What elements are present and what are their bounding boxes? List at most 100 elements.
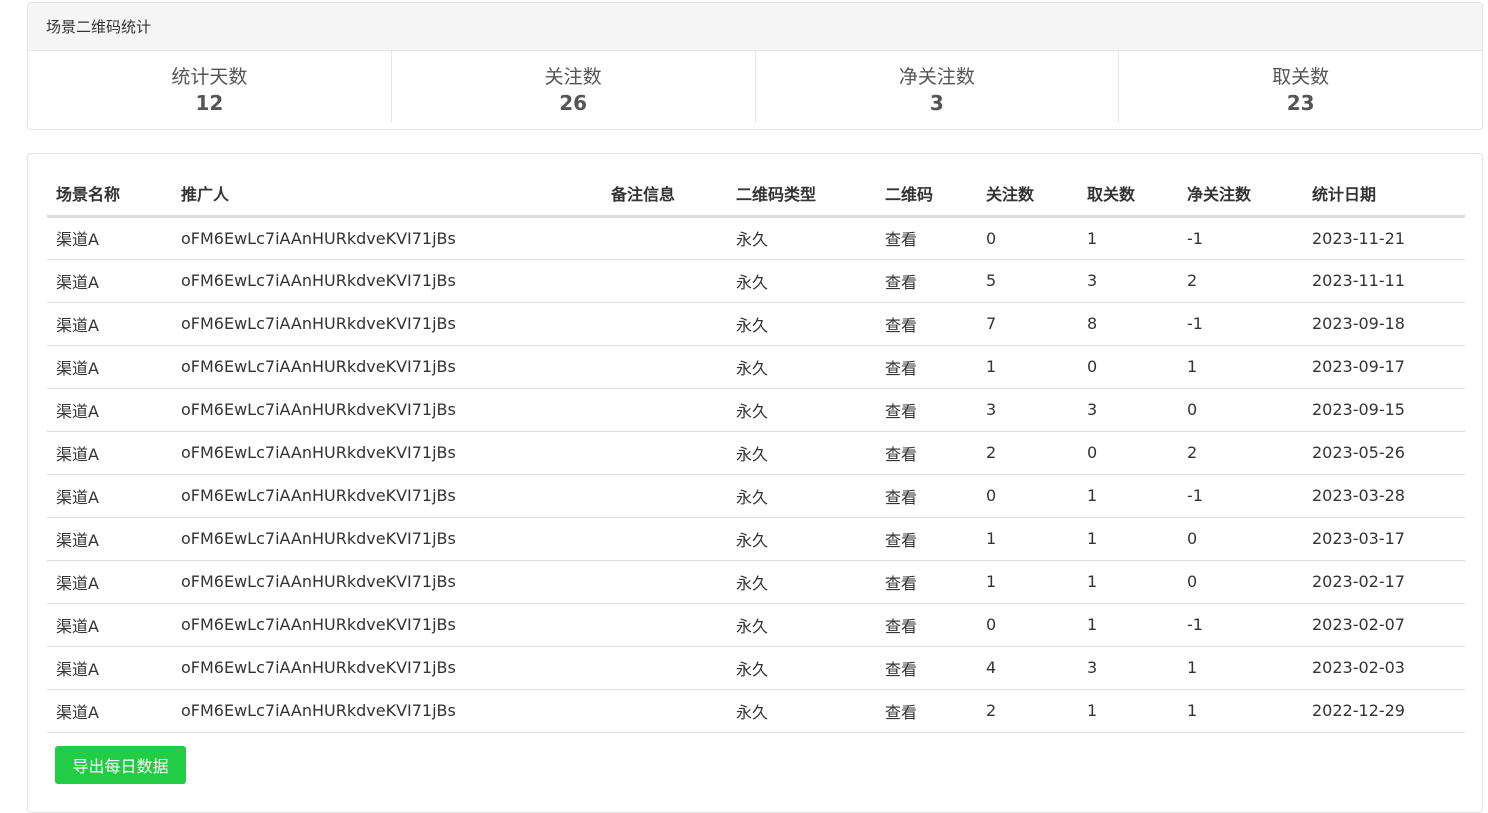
cell-qrcode-view-link[interactable]: 查看 — [876, 259, 977, 303]
cell-follows: 1 — [977, 345, 1078, 389]
cell-qrcode-type: 永久 — [727, 302, 876, 346]
cell-date: 2023-03-28 — [1303, 474, 1465, 518]
stats-row: 统计天数 12 关注数 26 净关注数 3 取关数 23 — [28, 51, 1482, 123]
cell-unfollows: 0 — [1078, 345, 1178, 389]
cell-qrcode-view-link[interactable]: 查看 — [876, 345, 977, 389]
cell-scene-name: 渠道A — [47, 302, 172, 346]
cell-promoter: oFM6EwLc7iAAnHURkdveKVI71jBs — [172, 517, 602, 561]
export-daily-data-button[interactable]: 导出每日数据 — [55, 746, 186, 784]
cell-qrcode-view-link[interactable]: 查看 — [876, 689, 977, 733]
stat-follows: 关注数 26 — [392, 51, 756, 123]
cell-net-follows: -1 — [1178, 302, 1303, 346]
cell-follows: 1 — [977, 517, 1078, 561]
cell-scene-name: 渠道A — [47, 431, 172, 475]
table-row: 渠道A oFM6EwLc7iAAnHURkdveKVI71jBs 永久 查看 1 0 1 20… — [47, 345, 1465, 389]
cell-qrcode-type: 永久 — [727, 431, 876, 475]
cell-qrcode-type: 永久 — [727, 560, 876, 604]
cell-date: 2023-02-03 — [1303, 646, 1465, 690]
cell-qrcode-type: 永久 — [727, 517, 876, 561]
table-row: 渠道A oFM6EwLc7iAAnHURkdveKVI71jBs 永久 查看 5 3 2 20… — [47, 259, 1465, 303]
cell-promoter: oFM6EwLc7iAAnHURkdveKVI71jBs — [172, 216, 602, 260]
cell-qrcode-type: 永久 — [727, 689, 876, 733]
cell-promoter: oFM6EwLc7iAAnHURkdveKVI71jBs — [172, 646, 602, 690]
stat-unfollows-label: 取关数 — [1272, 66, 1330, 88]
stat-days-value: 12 — [195, 91, 224, 115]
cell-scene-name: 渠道A — [47, 603, 172, 647]
cell-unfollows: 3 — [1078, 259, 1178, 303]
cell-net-follows: 2 — [1178, 431, 1303, 475]
stat-follows-label: 关注数 — [544, 66, 602, 88]
cell-promoter: oFM6EwLc7iAAnHURkdveKVI71jBs — [172, 302, 602, 346]
cell-remark — [602, 689, 727, 733]
cell-date: 2023-02-07 — [1303, 603, 1465, 647]
cell-net-follows: 0 — [1178, 560, 1303, 604]
cell-follows: 3 — [977, 388, 1078, 432]
cell-qrcode-view-link[interactable]: 查看 — [876, 517, 977, 561]
cell-date: 2023-09-17 — [1303, 345, 1465, 389]
cell-qrcode-view-link[interactable]: 查看 — [876, 474, 977, 518]
cell-scene-name: 渠道A — [47, 646, 172, 690]
cell-unfollows: 1 — [1078, 517, 1178, 561]
stat-unfollows-value: 23 — [1286, 91, 1315, 115]
cell-remark — [602, 474, 727, 518]
cell-promoter: oFM6EwLc7iAAnHURkdveKVI71jBs — [172, 474, 602, 518]
header-remark: 备注信息 — [602, 171, 727, 218]
cell-qrcode-view-link[interactable]: 查看 — [876, 603, 977, 647]
cell-net-follows: 1 — [1178, 689, 1303, 733]
table-panel: 场景名称 推广人 备注信息 二维码类型 二维码 关注数 取关数 净关注数 统计日… — [27, 153, 1483, 813]
cell-remark — [602, 560, 727, 604]
cell-promoter: oFM6EwLc7iAAnHURkdveKVI71jBs — [172, 388, 602, 432]
cell-date: 2023-11-11 — [1303, 259, 1465, 303]
cell-net-follows: 0 — [1178, 517, 1303, 561]
table-row: 渠道A oFM6EwLc7iAAnHURkdveKVI71jBs 永久 查看 1 1 0 20… — [47, 517, 1465, 561]
cell-follows: 2 — [977, 431, 1078, 475]
cell-net-follows: 2 — [1178, 259, 1303, 303]
cell-qrcode-view-link[interactable]: 查看 — [876, 431, 977, 475]
cell-scene-name: 渠道A — [47, 560, 172, 604]
stat-days-label: 统计天数 — [171, 66, 248, 88]
cell-remark — [602, 259, 727, 303]
cell-unfollows: 0 — [1078, 431, 1178, 475]
cell-unfollows: 1 — [1078, 560, 1178, 604]
cell-remark — [602, 216, 727, 260]
cell-qrcode-view-link[interactable]: 查看 — [876, 388, 977, 432]
cell-qrcode-type: 永久 — [727, 603, 876, 647]
cell-date: 2023-11-21 — [1303, 216, 1465, 260]
cell-scene-name: 渠道A — [47, 345, 172, 389]
cell-date: 2023-09-18 — [1303, 302, 1465, 346]
cell-follows: 7 — [977, 302, 1078, 346]
cell-unfollows: 8 — [1078, 302, 1178, 346]
table-row: 渠道A oFM6EwLc7iAAnHURkdveKVI71jBs 永久 查看 7 8 -1 2… — [47, 302, 1465, 346]
cell-remark — [602, 431, 727, 475]
cell-unfollows: 1 — [1078, 474, 1178, 518]
table-header-row: 场景名称 推广人 备注信息 二维码类型 二维码 关注数 取关数 净关注数 统计日… — [47, 171, 1465, 218]
cell-qrcode-view-link[interactable]: 查看 — [876, 216, 977, 260]
cell-remark — [602, 345, 727, 389]
cell-unfollows: 1 — [1078, 603, 1178, 647]
cell-remark — [602, 646, 727, 690]
cell-remark — [602, 517, 727, 561]
stats-panel-title: 场景二维码统计 — [28, 3, 1482, 51]
cell-net-follows: 0 — [1178, 388, 1303, 432]
cell-unfollows: 1 — [1078, 216, 1178, 260]
cell-unfollows: 3 — [1078, 388, 1178, 432]
cell-follows: 0 — [977, 603, 1078, 647]
cell-qrcode-view-link[interactable]: 查看 — [876, 302, 977, 346]
cell-qrcode-type: 永久 — [727, 345, 876, 389]
cell-qrcode-view-link[interactable]: 查看 — [876, 646, 977, 690]
cell-promoter: oFM6EwLc7iAAnHURkdveKVI71jBs — [172, 345, 602, 389]
header-promoter: 推广人 — [172, 171, 602, 218]
table-row: 渠道A oFM6EwLc7iAAnHURkdveKVI71jBs 永久 查看 0 1 -1 2… — [47, 474, 1465, 518]
stat-unfollows: 取关数 23 — [1119, 51, 1482, 123]
cell-follows: 1 — [977, 560, 1078, 604]
cell-date: 2023-05-26 — [1303, 431, 1465, 475]
cell-qrcode-view-link[interactable]: 查看 — [876, 560, 977, 604]
cell-unfollows: 3 — [1078, 646, 1178, 690]
cell-date: 2023-09-15 — [1303, 388, 1465, 432]
table-body: 渠道A oFM6EwLc7iAAnHURkdveKVI71jBs 永久 查看 0 1 -1 2… — [47, 216, 1465, 733]
cell-scene-name: 渠道A — [47, 259, 172, 303]
header-qrcode: 二维码 — [876, 171, 977, 218]
cell-date: 2022-12-29 — [1303, 689, 1465, 733]
cell-follows: 5 — [977, 259, 1078, 303]
stats-panel: 场景二维码统计 统计天数 12 关注数 26 净关注数 3 取关数 23 — [27, 2, 1483, 130]
